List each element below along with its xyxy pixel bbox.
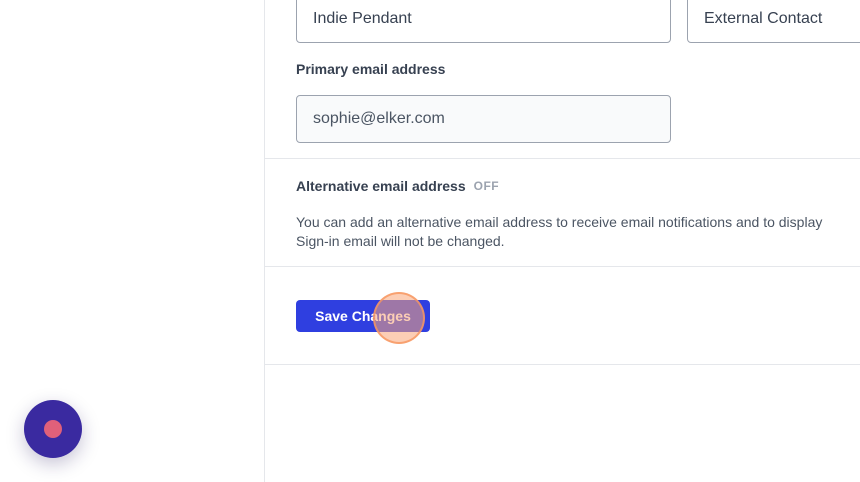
save-changes-button[interactable]: Save Changes	[296, 300, 430, 332]
section-divider	[265, 266, 860, 267]
last-name-input[interactable]	[687, 0, 860, 43]
chat-launcher-button[interactable]	[24, 400, 82, 458]
primary-email-label: Primary email address	[296, 61, 446, 77]
profile-form: Primary email address Alternative email …	[265, 0, 860, 482]
alternative-email-label: Alternative email address	[296, 178, 466, 194]
alternative-email-description: You can add an alternative email address…	[296, 213, 860, 251]
section-divider	[265, 364, 860, 365]
alternative-email-description-line2: Sign-in email will not be changed.	[296, 233, 505, 249]
alternative-email-status-toggle[interactable]: OFF	[474, 179, 500, 193]
primary-email-input[interactable]	[296, 95, 671, 143]
alternative-email-header: Alternative email address OFF	[296, 178, 499, 194]
alternative-email-description-line1: You can add an alternative email address…	[296, 214, 823, 230]
first-name-input[interactable]	[296, 0, 671, 43]
section-divider	[265, 158, 860, 159]
chat-bubble-icon	[44, 420, 62, 438]
page: Primary email address Alternative email …	[0, 0, 860, 482]
